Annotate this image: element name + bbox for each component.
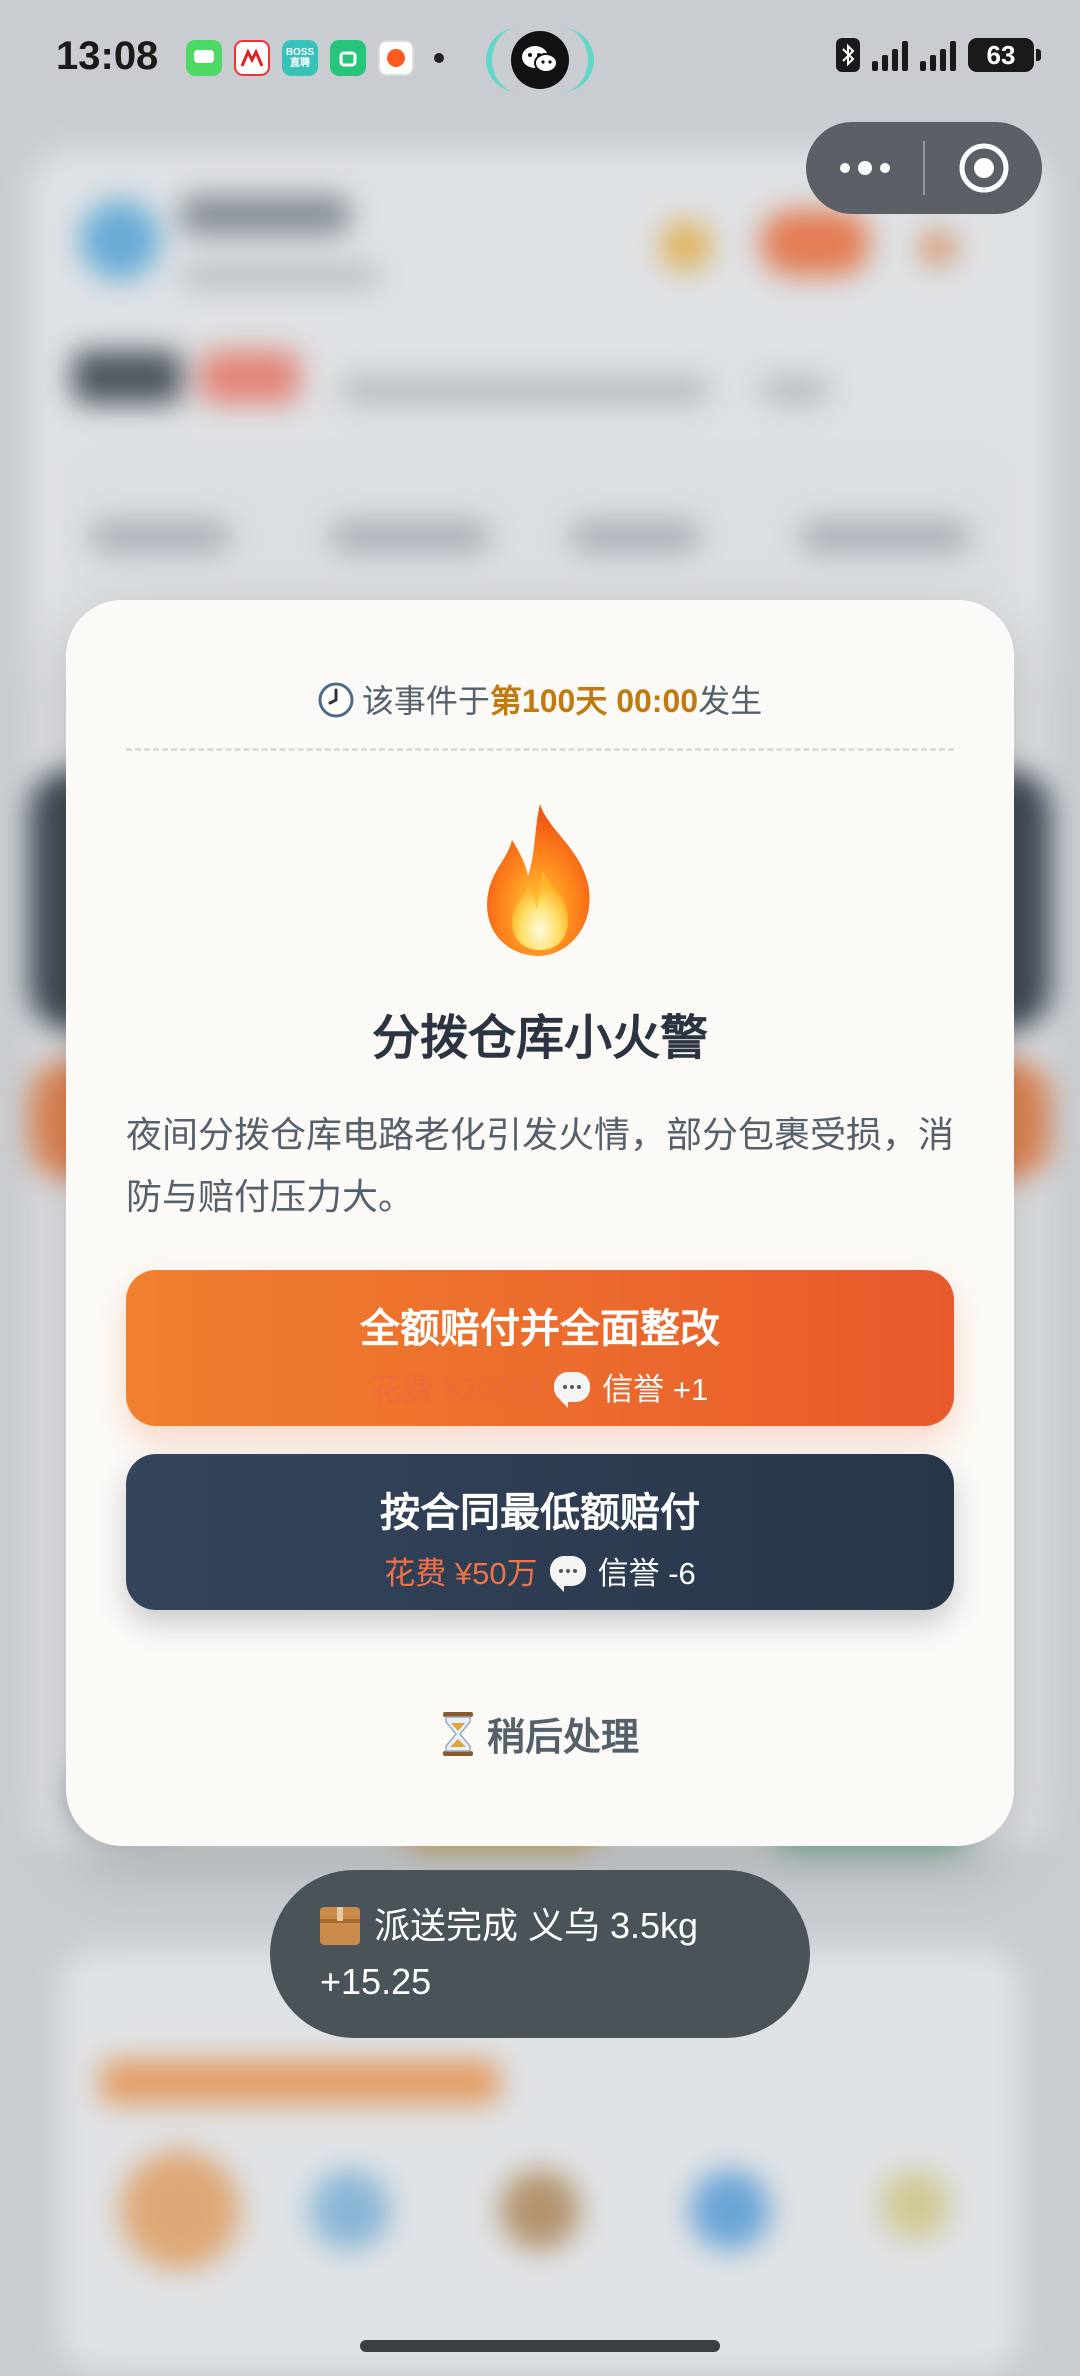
taobao-icon: [378, 40, 414, 76]
notification-app-icons: BOSS 直聘: [186, 40, 474, 76]
toast-amount: +15.25: [320, 1961, 432, 2002]
boss-zhipin-icon: BOSS 直聘: [282, 40, 318, 76]
bluetooth-icon: [836, 38, 860, 72]
speech-bubble-icon: [554, 1371, 591, 1408]
option-effect: 信誉 -6: [597, 1556, 696, 1591]
more-dots-icon: [839, 161, 890, 175]
option-minimum-compensation-button[interactable]: 按合同最低额赔付 花费 ¥50万 信誉 -6: [126, 1454, 954, 1610]
event-title: 分拨仓库小火警: [371, 1012, 708, 1065]
more-button[interactable]: [806, 122, 923, 214]
toast-message: 派送完成 义乌 3.5kg: [374, 1905, 699, 1946]
status-bar: 13:08 BOSS 直聘 63: [0, 0, 1080, 120]
status-time: 13:08: [56, 34, 159, 78]
event-description: 夜间分拨仓库电路老化引发火情，部分包裹受损，消防与赔付压力大。: [126, 1114, 955, 1217]
option-cost: 花费 ¥200万: [371, 1372, 543, 1407]
event-modal: 该事件于第100天 00:00发生 分拨仓库小火警 夜间分拨仓库电路老化引发火情…: [66, 600, 1014, 1846]
event-time-prefix: 该事件于: [361, 683, 490, 719]
more-notifications-dot: [434, 53, 444, 63]
dashed-divider: [126, 748, 954, 751]
target-close-icon: [959, 143, 1008, 193]
home-indicator[interactable]: [360, 2340, 720, 2352]
event-time-suffix: 发生: [698, 683, 763, 719]
boss-label: BOSS 直聘: [285, 47, 315, 69]
option-meta: 花费 ¥200万 信誉 +1: [126, 1364, 954, 1409]
xiaomi-home-icon: [330, 40, 366, 76]
messages-icon: [186, 40, 222, 76]
option-effect: 信誉 +1: [602, 1372, 709, 1407]
delivery-toast: 派送完成 义乌 3.5kg +15.25: [270, 1870, 810, 2038]
battery-icon: 63: [968, 38, 1041, 72]
speech-bubble-icon: [549, 1555, 586, 1592]
option-cost: 花费 ¥50万: [384, 1556, 538, 1591]
handle-later-button[interactable]: 稍后处理: [66, 1706, 1014, 1761]
option-meta: 花费 ¥50万 信誉 -6: [126, 1548, 954, 1593]
handle-later-label: 稍后处理: [486, 1717, 639, 1759]
event-time: 该事件于第100天 00:00发生: [66, 676, 1014, 726]
wechat-icon: [511, 31, 569, 89]
miniprogram-capsule: [806, 122, 1042, 214]
wechat-active-pill[interactable]: [486, 28, 594, 92]
signal-icon-1: [872, 39, 908, 71]
hourglass-icon: [442, 1711, 473, 1756]
fire-icon: [487, 804, 590, 956]
option-label: 全额赔付并全面整改: [360, 1307, 720, 1351]
clock-icon: [318, 682, 354, 726]
status-right: 63: [836, 38, 1041, 72]
package-icon: [320, 1907, 360, 1945]
option-full-compensation-button[interactable]: 全额赔付并全面整改 花费 ¥200万 信誉 +1: [126, 1270, 954, 1426]
option-label: 按合同最低额赔付: [380, 1491, 700, 1535]
close-miniprogram-button[interactable]: [925, 122, 1042, 214]
event-time-value: 第100天 00:00: [489, 683, 699, 719]
bank-icon: [234, 40, 270, 76]
signal-icon-2: [920, 39, 956, 71]
